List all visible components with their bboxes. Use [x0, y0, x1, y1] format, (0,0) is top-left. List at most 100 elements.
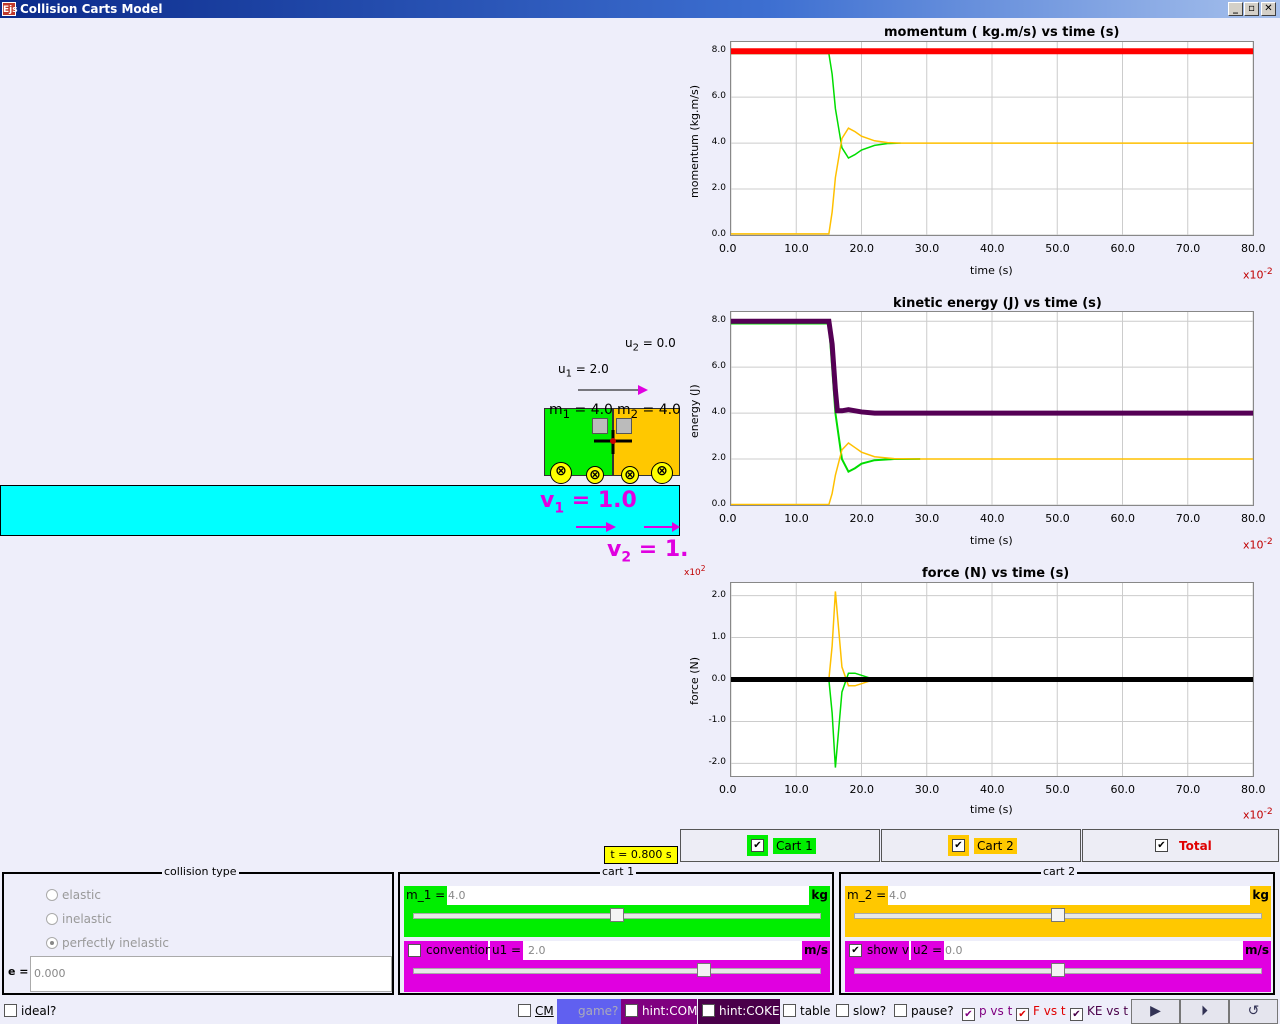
ideal-toggle[interactable]: ideal? [4, 999, 56, 1024]
energy-xtick-label: 70.0 [1175, 512, 1201, 525]
cm-toggle[interactable]: CM [518, 999, 554, 1024]
cart-2-checkbox[interactable]: ✔ [952, 839, 965, 852]
momentum-plot[interactable] [730, 41, 1254, 236]
m2-field-label: m_2 = [845, 886, 889, 905]
momentum-ytick-label: 0.0 [711, 229, 726, 239]
time-display: t = 0.800 s [604, 846, 678, 864]
f-vs-t-toggle[interactable]: ✔ F vs t [1016, 999, 1066, 1024]
velocity-arrows [576, 522, 680, 532]
close-button[interactable]: ✕ [1261, 2, 1276, 16]
force-plot[interactable] [730, 582, 1254, 777]
u2-field-label: u2 = [911, 941, 945, 960]
simulation-area: u2 = 0.0 u1 = 2.0 m1 = 4.0 m2 = 4.0 ⊗ ⊗ … [0, 18, 689, 578]
ke-vs-t-checkbox[interactable]: ✔ [1070, 1008, 1083, 1021]
pause-toggle[interactable]: pause? [894, 999, 954, 1024]
force-ytick-label: 2.0 [711, 589, 726, 600]
table-checkbox[interactable] [783, 1004, 796, 1017]
energy-ylabel: energy (J) [688, 384, 701, 438]
game-checkbox[interactable] [561, 1004, 574, 1017]
total-checkbox[interactable]: ✔ [1155, 839, 1168, 852]
momentum-xtick-label: 40.0 [980, 242, 1005, 255]
ke-vs-t-toggle[interactable]: ✔ KE vs t [1070, 999, 1128, 1024]
force-graph-title: force (N) vs time (s) [922, 566, 1070, 581]
u2-slider-thumb[interactable] [1051, 963, 1065, 977]
slow-toggle[interactable]: slow? [836, 999, 886, 1024]
p-vs-t-toggle[interactable]: ✔ p vs t [962, 999, 1012, 1024]
u2-slider[interactable] [845, 960, 1271, 992]
inelastic-radio-circle[interactable] [46, 913, 58, 925]
elastic-radio[interactable]: elastic [46, 888, 101, 902]
legend-total-button[interactable]: ✔ Total [1082, 829, 1279, 862]
reset-button[interactable]: ↺ [1229, 999, 1278, 1024]
force-xtick-label: 50.0 [1045, 783, 1070, 796]
hint-com-toggle[interactable]: hint:COM [621, 999, 697, 1024]
f-vs-t-checkbox[interactable]: ✔ [1016, 1008, 1029, 1021]
momentum-ytick-label: 8.0 [711, 45, 726, 56]
maximize-button[interactable]: ▫ [1244, 2, 1259, 16]
cart-2-wheel-right: ⊗ [651, 462, 673, 484]
perfectly-inelastic-radio[interactable]: perfectly inelastic [46, 936, 169, 950]
momentum-xtick-label: 10.0 [784, 242, 809, 255]
minimize-button[interactable]: _ [1228, 2, 1243, 16]
energy-series-cart-1 [731, 322, 921, 474]
show-v-checkbox[interactable]: ✔ [849, 944, 862, 957]
momentum-ytick-label: 2.0 [711, 183, 726, 194]
cart-1-checkbox[interactable]: ✔ [751, 839, 764, 852]
energy-plot[interactable] [730, 311, 1254, 506]
energy-xtick-label: 0.0 [719, 512, 737, 525]
cm-checkbox[interactable] [518, 1004, 531, 1017]
force-xtick-label: 40.0 [980, 783, 1005, 796]
legend-total-label: Total [1179, 839, 1212, 853]
table-toggle[interactable]: table [783, 999, 830, 1024]
force-xtick-label: 20.0 [849, 783, 875, 796]
perfectly-inelastic-radio-circle[interactable] [46, 937, 58, 949]
u1-label: u1 = 2.0 [558, 362, 609, 380]
title-bar: Ejs Collision Carts Model _ ▫ ✕ [0, 0, 1280, 18]
hint-coke-checkbox[interactable] [702, 1004, 715, 1017]
energy-xlabel: time (s) [970, 534, 1013, 547]
inelastic-radio[interactable]: inelastic [46, 912, 112, 926]
collision-type-title: collision type [162, 865, 239, 878]
e-field[interactable]: 0.000 [30, 956, 392, 992]
force-xtick-label: 10.0 [784, 783, 809, 796]
m1-field[interactable]: m_1 = 4.0 kg [404, 886, 830, 905]
momentum-ylabel: momentum (kg.m/s) [688, 85, 701, 198]
energy-ytick-label: 4.0 [711, 407, 726, 418]
energy-xtick-label: 30.0 [914, 512, 940, 525]
p-vs-t-checkbox[interactable]: ✔ [962, 1008, 975, 1021]
force-xtick-label: 60.0 [1110, 783, 1136, 796]
ideal-checkbox[interactable] [4, 1004, 17, 1017]
convention-checkbox[interactable] [408, 944, 421, 957]
center-of-mass-marker [594, 430, 632, 454]
collision-type-panel: collision type elastic inelastic perfect… [2, 865, 394, 995]
game-toggle[interactable]: game? [557, 999, 621, 1024]
pause-checkbox[interactable] [894, 1004, 907, 1017]
m2-slider-thumb[interactable] [1051, 908, 1065, 922]
e-label: e = [8, 965, 29, 978]
play-button[interactable]: ▶ [1131, 999, 1180, 1024]
energy-xtick-label: 60.0 [1110, 512, 1136, 525]
momentum-xtick-label: 70.0 [1175, 242, 1201, 255]
u2-field[interactable]: ✔ show v u2 = 0.0 m/s [845, 941, 1271, 960]
energy-graph-title: kinetic energy (J) vs time (s) [893, 296, 1102, 311]
step-button[interactable]: ⏵ [1180, 999, 1229, 1024]
u1-slider[interactable] [404, 960, 830, 992]
m2-field-value: 4.0 [889, 889, 907, 902]
force-ytick-label: 0.0 [711, 673, 726, 684]
force-x-multiplier: x10-2 [1243, 806, 1273, 822]
m1-slider-thumb[interactable] [610, 908, 624, 922]
legend-cart-1-button[interactable]: ✔ Cart 1 [680, 829, 880, 862]
m2-unit: kg [1250, 886, 1271, 905]
m1-slider[interactable] [404, 905, 830, 937]
m2-field[interactable]: m_2 = 4.0 kg [845, 886, 1271, 905]
u1-field-value: 2.0 [528, 944, 546, 957]
slow-checkbox[interactable] [836, 1004, 849, 1017]
legend-cart-2-button[interactable]: ✔ Cart 2 [881, 829, 1081, 862]
u1-slider-thumb[interactable] [696, 963, 711, 977]
hint-com-checkbox[interactable] [625, 1004, 638, 1017]
energy-xtick-label: 40.0 [980, 512, 1005, 525]
hint-coke-toggle[interactable]: hint:COKE [698, 999, 780, 1024]
elastic-radio-circle[interactable] [46, 889, 58, 901]
m2-slider[interactable] [845, 905, 1271, 937]
u1-field[interactable]: convention u1 = 2.0 m/s [404, 941, 830, 960]
